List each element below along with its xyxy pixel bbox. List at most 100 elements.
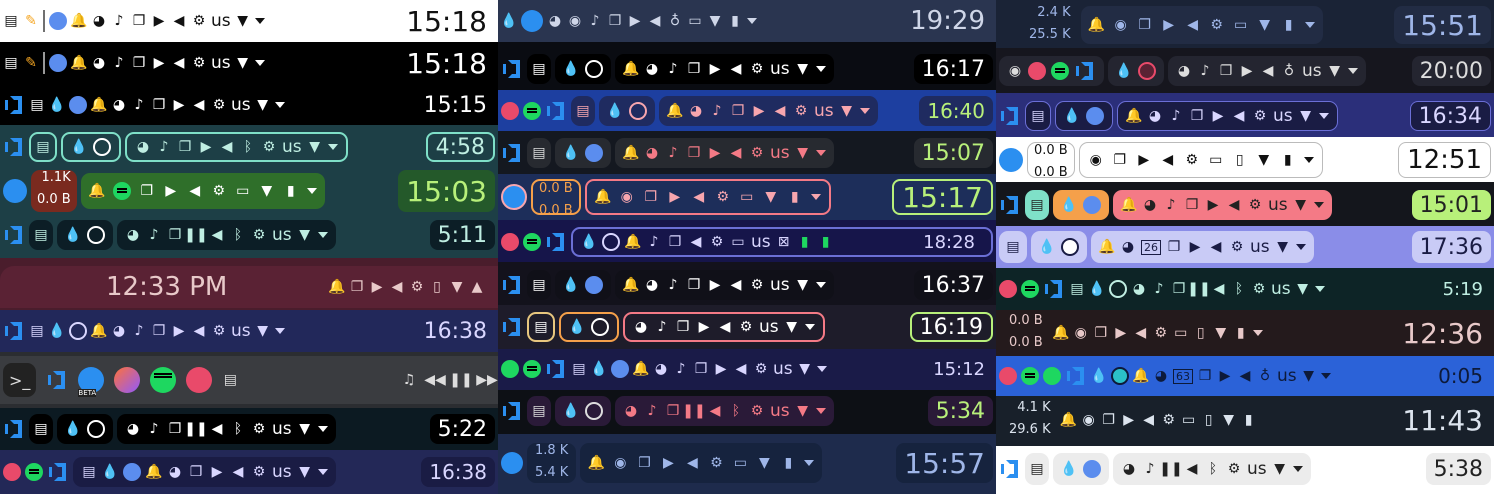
- settings-icon[interactable]: ⚙: [251, 227, 267, 243]
- wifi-icon[interactable]: ▼: [795, 403, 811, 419]
- tray-icon[interactable]: ▤: [81, 464, 97, 480]
- chevron-down-icon[interactable]: [317, 232, 328, 238]
- drop-icon[interactable]: 💧: [48, 323, 65, 339]
- notification-icon[interactable]: ♪: [1197, 63, 1213, 79]
- workspace-dot[interactable]: [501, 452, 523, 474]
- monitor-icon[interactable]: ▭: [732, 455, 748, 471]
- tray-pill[interactable]: ▤: [999, 231, 1027, 263]
- wifi-icon[interactable]: ▼: [1256, 152, 1272, 168]
- settings-icon[interactable]: ⚙: [1252, 108, 1268, 124]
- clipboard-icon[interactable]: ❐: [131, 55, 147, 71]
- wifi-icon[interactable]: ▼: [449, 279, 465, 295]
- tray-icon[interactable]: ▤: [531, 145, 547, 161]
- workspace-pill[interactable]: 💧: [559, 312, 619, 342]
- drop-icon[interactable]: 💧: [48, 97, 65, 113]
- spotify-icon[interactable]: ◉: [612, 455, 628, 471]
- notification-icon[interactable]: ♪: [131, 97, 147, 113]
- eye-icon[interactable]: ◉: [1007, 63, 1023, 79]
- clipboard-icon[interactable]: ❐: [1101, 412, 1117, 428]
- keyboard-layout[interactable]: us: [211, 11, 231, 31]
- clock[interactable]: 16:38: [416, 312, 495, 350]
- chevron-up-icon[interactable]: ▲: [469, 279, 485, 295]
- clock[interactable]: 4:58: [425, 132, 495, 162]
- chevron-down-icon[interactable]: [1252, 330, 1263, 336]
- workspace-dot[interactable]: [1083, 460, 1101, 478]
- bell-icon[interactable]: 🔔: [1132, 368, 1149, 384]
- drop-icon[interactable]: 💧: [101, 464, 118, 480]
- workspace-dot[interactable]: [629, 102, 647, 120]
- tray-pill[interactable]: ▤: [527, 270, 551, 300]
- bell-icon[interactable]: 🔔: [328, 279, 345, 295]
- settings-icon[interactable]: ⚙: [1229, 239, 1245, 255]
- tray-pill[interactable]: ▤: [1025, 190, 1049, 220]
- chevron-down-icon[interactable]: [274, 328, 285, 334]
- terminal-icon[interactable]: >_: [3, 363, 37, 397]
- chevron-down-icon[interactable]: [815, 150, 826, 156]
- palette-icon[interactable]: ◕: [1121, 461, 1137, 477]
- media-play-icon[interactable]: ▶: [198, 139, 214, 155]
- vscode-icon[interactable]: [501, 274, 523, 296]
- settings-icon[interactable]: ⚙: [738, 319, 754, 335]
- keyboard-layout[interactable]: us: [272, 462, 292, 482]
- palette-icon[interactable]: ◕: [91, 13, 107, 29]
- palette-icon[interactable]: ◕: [111, 97, 127, 113]
- previous-track-icon[interactable]: ◀◀: [424, 372, 446, 388]
- wifi-icon[interactable]: ▼: [756, 455, 772, 471]
- volume-icon[interactable]: ◀: [1231, 108, 1247, 124]
- workspace-dot[interactable]: [87, 420, 105, 438]
- workspace-pill[interactable]: 💧: [599, 96, 655, 126]
- media-play-icon[interactable]: ▶: [171, 97, 187, 113]
- volume-icon[interactable]: ◀: [209, 227, 225, 243]
- media-play-icon[interactable]: ▶: [1121, 412, 1137, 428]
- keyboard-layout[interactable]: us: [282, 137, 302, 157]
- vscode-icon[interactable]: [46, 369, 68, 391]
- workspace-pill[interactable]: 💧: [1053, 453, 1109, 485]
- media-play-icon[interactable]: ▶: [369, 279, 385, 295]
- tray-icon[interactable]: ▤: [1005, 239, 1021, 255]
- clipboard-icon[interactable]: ❐: [730, 103, 746, 119]
- bell-icon[interactable]: 🔔: [88, 183, 105, 199]
- chevron-down-icon[interactable]: [1303, 157, 1314, 163]
- workspace-dot[interactable]: [1061, 238, 1079, 256]
- workspace-dot[interactable]: [501, 184, 527, 210]
- next-track-icon[interactable]: ▶▶: [476, 372, 498, 388]
- media-play-icon[interactable]: ▶: [751, 103, 767, 119]
- media-play-icon[interactable]: ▶: [1187, 239, 1203, 255]
- vscode-icon[interactable]: [1065, 365, 1087, 387]
- phone-icon[interactable]: ▯: [1193, 325, 1209, 341]
- workspace-pill[interactable]: 💧: [57, 414, 113, 444]
- clock[interactable]: 15:18: [398, 2, 495, 40]
- chevron-down-icon[interactable]: [747, 18, 757, 24]
- keyboard-layout[interactable]: us: [1277, 366, 1297, 386]
- workspace-dot[interactable]: [49, 12, 67, 30]
- media-play-icon[interactable]: ▶: [707, 61, 723, 77]
- media-play-icon[interactable]: ▶: [707, 145, 723, 161]
- clipboard-icon[interactable]: ❐: [686, 277, 702, 293]
- monitor-icon[interactable]: ▭: [730, 234, 746, 250]
- palette-icon[interactable]: ◕: [633, 319, 649, 335]
- monitor-icon[interactable]: ▭: [1208, 152, 1224, 168]
- workspace-dot[interactable]: [585, 402, 603, 420]
- notification-icon[interactable]: ♪: [1151, 281, 1167, 297]
- wifi-icon[interactable]: ▼: [784, 319, 800, 335]
- wifi-icon[interactable]: ▼: [1295, 281, 1311, 297]
- volume-icon[interactable]: ◀: [1237, 368, 1253, 384]
- firefox-icon[interactable]: [114, 367, 141, 393]
- notification-icon[interactable]: ♪: [1142, 461, 1158, 477]
- drop-icon[interactable]: 💧: [70, 139, 87, 155]
- wifi-icon[interactable]: ▼: [797, 361, 813, 377]
- battery-icon[interactable]: ▮: [818, 234, 834, 250]
- phone-icon[interactable]: ▯: [1201, 412, 1217, 428]
- chevron-down-icon[interactable]: [804, 460, 815, 466]
- spotify-icon[interactable]: [1021, 280, 1039, 298]
- drop-icon[interactable]: 💧: [64, 421, 81, 437]
- keyboard-layout[interactable]: us: [770, 59, 790, 79]
- wifi-icon[interactable]: ▼: [297, 227, 313, 243]
- notification-icon[interactable]: ♪: [644, 403, 660, 419]
- drop-icon[interactable]: 💧: [1063, 108, 1080, 124]
- chevron-down-icon[interactable]: [327, 144, 338, 150]
- settings-icon[interactable]: ⚙: [409, 279, 425, 295]
- clock[interactable]: 16:37: [913, 270, 993, 300]
- volume-icon[interactable]: ◀: [684, 455, 700, 471]
- battery-icon[interactable]: ▮: [1233, 325, 1249, 341]
